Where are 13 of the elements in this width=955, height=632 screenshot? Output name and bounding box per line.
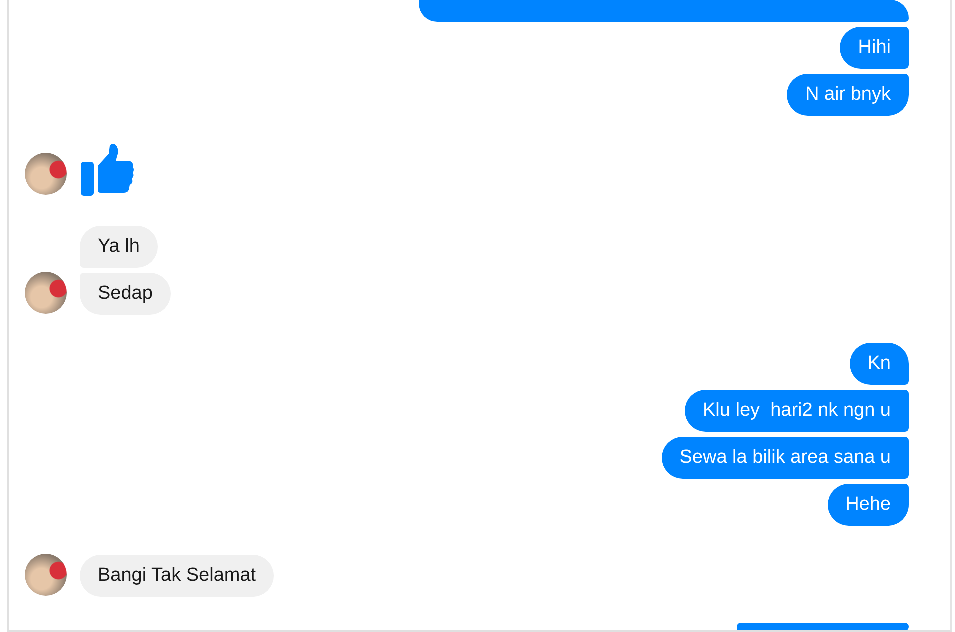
message-bubble: Hihi: [840, 27, 909, 69]
avatar-photo-placeholder: [25, 272, 67, 314]
message-bubble: Klu ley hari2 nk ngn u: [684, 390, 909, 432]
message-bubble: N air bnyk: [787, 74, 909, 116]
message-bubble: Sewa la bilik area sana u: [662, 437, 909, 479]
message-bubble: Hehe: [828, 484, 909, 526]
message-bubble: Ya lh: [80, 226, 158, 268]
avatar-photo-placeholder: [25, 554, 67, 596]
avatar-photo-placeholder: [25, 153, 67, 195]
message-bubble: Bangi Tak Selamat: [80, 555, 274, 597]
message-bubble: Sedap: [80, 273, 171, 315]
message-bubble: Kn: [850, 343, 909, 385]
thumbs-up-icon: [81, 144, 135, 196]
